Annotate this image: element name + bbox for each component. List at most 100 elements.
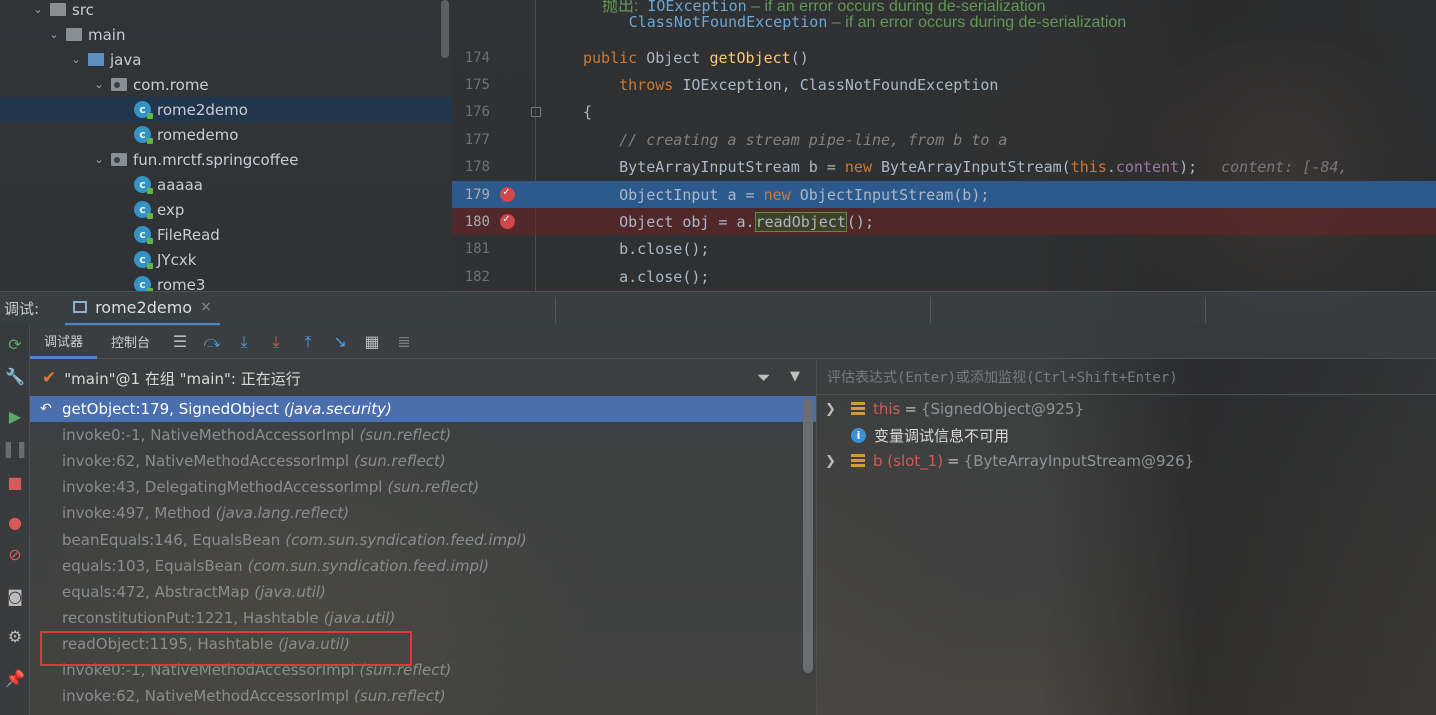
force-step-into-icon[interactable]: ⤓ (260, 325, 292, 359)
thread-selector[interactable]: ✔ "main"@1 在组 "main": 正在运行 (30, 359, 816, 397)
stack-frame[interactable]: beanEquals:146, EqualsBean (com.sun.syndi… (30, 527, 816, 553)
run-to-cursor-icon[interactable]: ↘ (324, 325, 356, 359)
variable-icon (851, 454, 865, 468)
code-text: ByteArrayInputStream b = new ByteArrayIn… (583, 158, 1348, 177)
trace-icon[interactable]: ≣ (388, 325, 420, 359)
code-editor[interactable]: 抛出: IOException – if an error occurs dur… (452, 0, 1436, 291)
tree-item[interactable]: c romedemo (0, 122, 452, 147)
chevron-down-icon[interactable]: ⌄ (68, 53, 84, 66)
frame-package: (java.lang.reflect) (215, 504, 350, 523)
camera-icon[interactable]: ◙ (4, 585, 26, 607)
stack-frame[interactable]: invoke:62, NativeMethodAccessorImpl (sun.… (30, 448, 816, 474)
breakpoint-icon[interactable] (500, 212, 515, 230)
step-out-icon[interactable]: ⤒ (292, 325, 324, 359)
rerun-icon[interactable]: ⟳ (4, 333, 26, 355)
stop-icon[interactable]: ■ (4, 471, 26, 493)
variable-row[interactable]: ❯ this = {SignedObject@925} (817, 396, 1436, 422)
stack-frame[interactable]: invoke:497, Method (java.lang.reflect) (30, 500, 816, 526)
tree-item[interactable]: c exp (0, 197, 452, 222)
breakpoint-icon[interactable] (500, 185, 515, 202)
frame-method: beanEquals:146, EqualsBean (62, 530, 281, 549)
code-line[interactable]: 179 ObjectInput a = new ObjectInputStrea… (452, 181, 1436, 208)
folder-icon (66, 28, 82, 41)
view-breakpoints-icon[interactable]: ● (4, 511, 26, 533)
line-number: 177 (464, 131, 490, 148)
code-line[interactable]: 176 { (452, 99, 1436, 126)
wrench-icon[interactable]: 🔧 (4, 365, 26, 387)
frame-package: (java.security) (284, 400, 392, 418)
info-row[interactable]: i 变量调试信息不可用 (817, 422, 1436, 448)
tree-item-label: rome3 (157, 275, 206, 292)
tree-item[interactable]: c aaaaa (0, 172, 452, 197)
code-text: Object obj = a.readObject(); (583, 211, 874, 232)
line-number: 175 (464, 76, 490, 93)
step-over-icon[interactable]: ⤼ (196, 325, 228, 359)
step-into-icon[interactable]: ⤓ (228, 325, 260, 359)
java-class-icon: c (134, 126, 153, 144)
tree-item-label: rome2demo (157, 100, 248, 119)
frame-method: invoke:43, DelegatingMethodAccessorImpl (62, 478, 383, 497)
code-line[interactable]: 181 b.close(); (452, 236, 1436, 263)
filter-icon[interactable]: ⏷ (757, 368, 771, 388)
tree-item[interactable]: c rome3 (0, 272, 452, 291)
header-divider (930, 297, 931, 323)
stack-frame[interactable]: ↶ getObject:179, SignedObject (java.securi… (30, 396, 816, 422)
tab-debugger[interactable]: 调试器 (30, 325, 98, 359)
tree-item[interactable]: ⌄ fun.mrctf.springcoffee (0, 147, 452, 172)
equals-sign: = (947, 452, 960, 470)
tree-scrollbar[interactable] (441, 0, 449, 58)
equals-sign: = (904, 400, 917, 418)
chevron-down-icon[interactable]: ⌄ (91, 78, 107, 91)
frame-package: (sun.reflect) (354, 452, 446, 471)
mute-breakpoints-icon[interactable]: ⊘ (4, 543, 26, 565)
package-icon (111, 78, 127, 91)
evaluate-expression-input[interactable]: 评估表达式(Enter)或添加监视(Ctrl+Shift+Enter) (817, 359, 1436, 395)
code-text: a.close(); (583, 267, 710, 286)
java-class-icon: c (134, 176, 153, 194)
tree-item[interactable]: c JYcxk (0, 247, 452, 272)
chevron-down-icon[interactable]: ⌄ (91, 153, 107, 166)
tree-item[interactable]: ⌄ java (0, 47, 452, 72)
code-line[interactable]: 175 throws IOException, ClassNotFoundExc… (452, 71, 1436, 98)
chevron-down-icon[interactable]: ⌄ (46, 28, 62, 41)
gear-icon[interactable]: ⚙ (4, 625, 26, 647)
stack-frame[interactable]: invoke:43, DelegatingMethodAccessorImpl(… (30, 474, 816, 500)
code-line[interactable]: 174 public Object getObject() (452, 44, 1436, 71)
stack-frame[interactable]: equals:472, AbstractMap (java.util) (30, 579, 816, 605)
frame-package: (java.util) (254, 582, 326, 601)
debug-session-tab[interactable]: rome2demo × (65, 292, 220, 326)
chevron-right-icon[interactable]: ❯ (825, 454, 841, 469)
code-line[interactable]: 177 // creating a stream pipe-line, from… (452, 126, 1436, 153)
tree-item[interactable]: c rome2demo (0, 97, 452, 122)
code-line[interactable]: 182 a.close(); (452, 263, 1436, 290)
pause-icon[interactable]: ❚❚ (2, 437, 29, 459)
javadoc-exception-link[interactable]: ClassNotFoundException (629, 13, 828, 31)
pin-icon[interactable]: 📌 (4, 667, 26, 689)
resume-icon[interactable]: ▶ (4, 405, 26, 427)
chevron-down-icon[interactable]: ▼ (790, 369, 800, 384)
tree-item-label: romedemo (157, 125, 239, 144)
close-icon[interactable]: × (200, 299, 212, 315)
tree-item[interactable]: c FileRead (0, 222, 452, 247)
line-number: 181 (464, 241, 490, 258)
chevron-right-icon[interactable]: ❯ (825, 402, 841, 417)
tree-item[interactable]: ⌄ src (0, 0, 452, 22)
evaluate-expression-icon[interactable]: ▦ (356, 325, 388, 359)
tree-item-label: FileRead (157, 225, 220, 244)
tab-console[interactable]: 控制台 (97, 325, 164, 359)
frames-scrollbar[interactable] (803, 398, 813, 673)
code-text: public Object getObject() (583, 48, 809, 67)
frame-method: equals:472, AbstractMap (62, 582, 250, 601)
stack-frame[interactable]: equals:103, EqualsBean (com.sun.syndicati… (30, 553, 816, 579)
code-line[interactable]: 178 ByteArrayInputStream b = new ByteArr… (452, 154, 1436, 181)
code-line[interactable]: 180 Object obj = a.readObject(); (452, 208, 1436, 236)
chevron-down-icon[interactable]: ⌄ (30, 3, 46, 16)
variable-row[interactable]: ❯ b (slot_1) = {ByteArrayInputStream@926} (817, 448, 1436, 474)
line-number: 180 (464, 213, 490, 230)
stack-frame[interactable]: reconstitutionPut:1221, Hashtable (java.u… (30, 605, 816, 631)
stack-frame[interactable]: invoke:62, NativeMethodAccessorImpl (sun.… (30, 683, 816, 709)
stack-frame[interactable]: invoke0:-1, NativeMethodAccessorImpl (sun… (30, 422, 816, 448)
menu-icon[interactable]: ☰ (164, 325, 196, 359)
tree-item[interactable]: ⌄ com.rome (0, 72, 452, 97)
tree-item[interactable]: ⌄ main (0, 22, 452, 47)
